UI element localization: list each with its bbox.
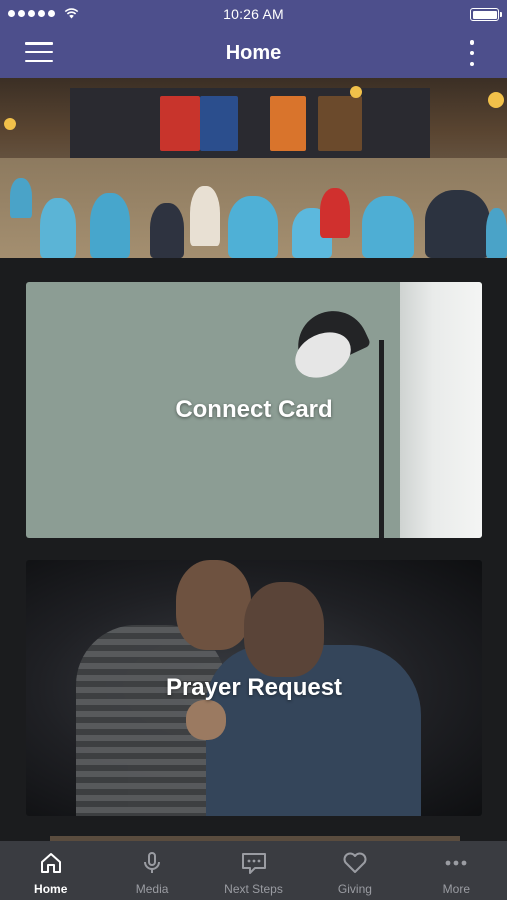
- prayer-request-label: Prayer Request: [165, 674, 343, 701]
- hero-image: [0, 78, 507, 258]
- more-vertical-icon[interactable]: [467, 40, 477, 66]
- top-nav-bar: Home: [0, 28, 507, 78]
- tab-home[interactable]: Home: [0, 841, 101, 900]
- page-title: Home: [225, 41, 282, 64]
- status-time: 10:26 AM: [223, 6, 284, 22]
- wifi-icon: [64, 8, 79, 19]
- connect-card-label: Connect Card: [175, 396, 333, 423]
- prayer-request-tile[interactable]: Prayer Request: [26, 560, 482, 816]
- tab-label: Giving: [337, 882, 372, 896]
- bottom-tab-bar: Home Media Next Steps Giving More: [0, 841, 507, 900]
- tab-label: Media: [135, 882, 169, 896]
- chat-bubble-icon: [241, 850, 267, 876]
- home-icon: [38, 850, 64, 876]
- battery-icon: [470, 8, 502, 21]
- tab-next-steps[interactable]: Next Steps: [203, 841, 304, 900]
- connect-card-tile[interactable]: Connect Card: [26, 282, 482, 538]
- tab-media[interactable]: Media: [101, 841, 202, 900]
- tab-label: Next Steps: [224, 882, 283, 896]
- microphone-icon: [139, 850, 165, 876]
- tab-label: Home: [34, 882, 68, 896]
- hamburger-menu-icon[interactable]: [25, 40, 53, 64]
- tab-more[interactable]: More: [406, 841, 507, 900]
- signal-strength-icon: [8, 7, 79, 19]
- more-horizontal-icon: [443, 850, 469, 876]
- status-bar: 10:26 AM: [0, 0, 507, 28]
- tab-giving[interactable]: Giving: [304, 841, 405, 900]
- tab-label: More: [442, 882, 470, 896]
- heart-icon: [342, 850, 368, 876]
